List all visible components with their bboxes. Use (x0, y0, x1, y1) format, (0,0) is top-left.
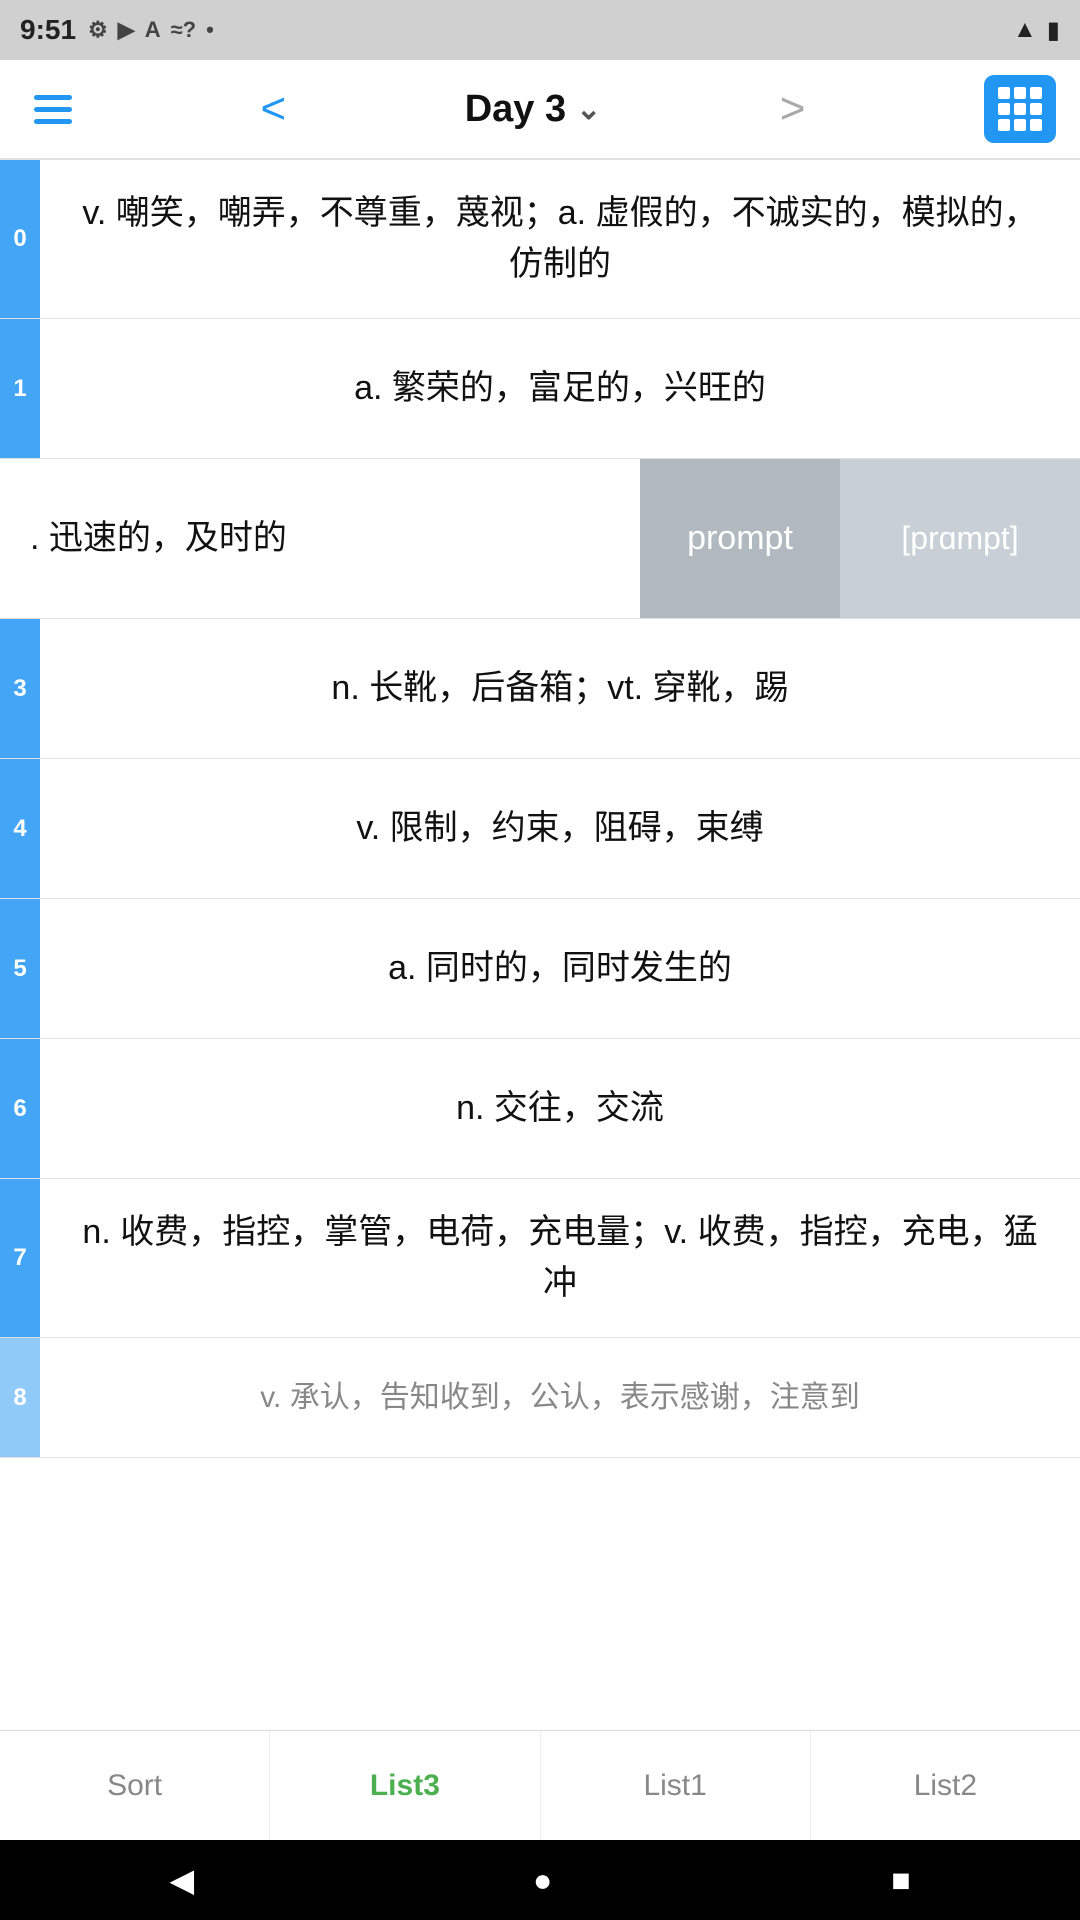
battery-icon: ▮ (1047, 16, 1060, 45)
card-index-8: 8 (0, 1338, 40, 1457)
tab-list1[interactable]: List1 (541, 1731, 811, 1840)
nav-title[interactable]: Day 3 ⌄ (465, 88, 602, 131)
tab-list3[interactable]: List3 (270, 1731, 540, 1840)
word-card-5[interactable]: 5 a. 同时的，同时发生的 (0, 899, 1080, 1039)
menu-button[interactable] (24, 85, 82, 134)
word-card-2[interactable]: . 迅速的，及时的 prompt [prɑmpt] (0, 459, 1080, 619)
tab-list2[interactable]: List2 (811, 1731, 1080, 1840)
card-index-0: 0 (0, 160, 40, 318)
card-definition-8: v. 承认，告知收到，公认，表示感谢，注意到 (40, 1338, 1080, 1457)
dot-icon: • (206, 17, 214, 43)
card-definition-6: n. 交往，交流 (40, 1039, 1080, 1178)
card-definition-0: v. 嘲笑，嘲弄，不尊重，蔑视；a. 虚假的，不诚实的，模拟的，仿制的 (40, 160, 1080, 318)
wifi-icon: ≈? (171, 17, 197, 43)
card-definition-4: v. 限制，约束，阻碍，束缚 (40, 759, 1080, 898)
status-time: 9:51 (20, 14, 76, 46)
card-index-5: 5 (0, 899, 40, 1038)
signal-icon: ▲ (1013, 16, 1037, 44)
card-definition-1: a. 繁荣的，富足的，兴旺的 (40, 319, 1080, 458)
bottom-spacer (0, 1458, 1080, 1658)
text-icon: A (145, 17, 161, 43)
grid-icon (998, 87, 1042, 131)
card-definition-7: n. 收费，指控，掌管，电荷，充电量；v. 收费，指控，充电，猛冲 (40, 1179, 1080, 1337)
word-card-0[interactable]: 0 v. 嘲笑，嘲弄，不尊重，蔑视；a. 虚假的，不诚实的，模拟的，仿制的 (0, 160, 1080, 319)
top-nav: < Day 3 ⌄ > (0, 60, 1080, 160)
sys-recents-button[interactable]: ■ (891, 1862, 910, 1899)
word-card-7[interactable]: 7 n. 收费，指控，掌管，电荷，充电量；v. 收费，指控，充电，猛冲 (0, 1179, 1080, 1338)
sys-home-button[interactable]: ● (533, 1862, 552, 1899)
word-card-8[interactable]: 8 v. 承认，告知收到，公认，表示感谢，注意到 (0, 1338, 1080, 1458)
word-card-6[interactable]: 6 n. 交往，交流 (0, 1039, 1080, 1179)
word-popup[interactable]: prompt [prɑmpt] (640, 459, 1080, 618)
nav-title-text: Day 3 (465, 88, 566, 131)
card-index-4: 4 (0, 759, 40, 898)
tab-sort[interactable]: Sort (0, 1731, 270, 1840)
play-icon: ▶ (118, 17, 135, 43)
system-nav-bar: ◀ ● ■ (0, 1840, 1080, 1920)
bottom-tab-bar: Sort List3 List1 List2 (0, 1730, 1080, 1840)
forward-button[interactable]: > (770, 84, 816, 134)
word-card-1[interactable]: 1 a. 繁荣的，富足的，兴旺的 (0, 319, 1080, 459)
sys-back-button[interactable]: ◀ (169, 1861, 194, 1899)
nav-title-chevron-icon: ⌄ (576, 92, 601, 127)
word-card-4[interactable]: 4 v. 限制，约束，阻碍，束缚 (0, 759, 1080, 899)
card-index-1: 1 (0, 319, 40, 458)
card-index-7: 7 (0, 1179, 40, 1337)
cards-container: 0 v. 嘲笑，嘲弄，不尊重，蔑视；a. 虚假的，不诚实的，模拟的，仿制的 1 … (0, 160, 1080, 1658)
word-card-3[interactable]: 3 n. 长靴，后备箱；vt. 穿靴，踢 (0, 619, 1080, 759)
card-index-3: 3 (0, 619, 40, 758)
status-bar: 9:51 ⚙ ▶ A ≈? • ▲ ▮ (0, 0, 1080, 60)
back-button[interactable]: < (251, 87, 297, 131)
popup-word-text: prompt (640, 459, 840, 618)
grid-view-button[interactable] (984, 75, 1056, 143)
card-definition-5: a. 同时的，同时发生的 (40, 899, 1080, 1038)
popup-phonetic-text: [prɑmpt] (840, 459, 1080, 618)
settings-icon: ⚙ (88, 17, 108, 43)
card-index-6: 6 (0, 1039, 40, 1178)
card-definition-3: n. 长靴，后备箱；vt. 穿靴，踢 (40, 619, 1080, 758)
